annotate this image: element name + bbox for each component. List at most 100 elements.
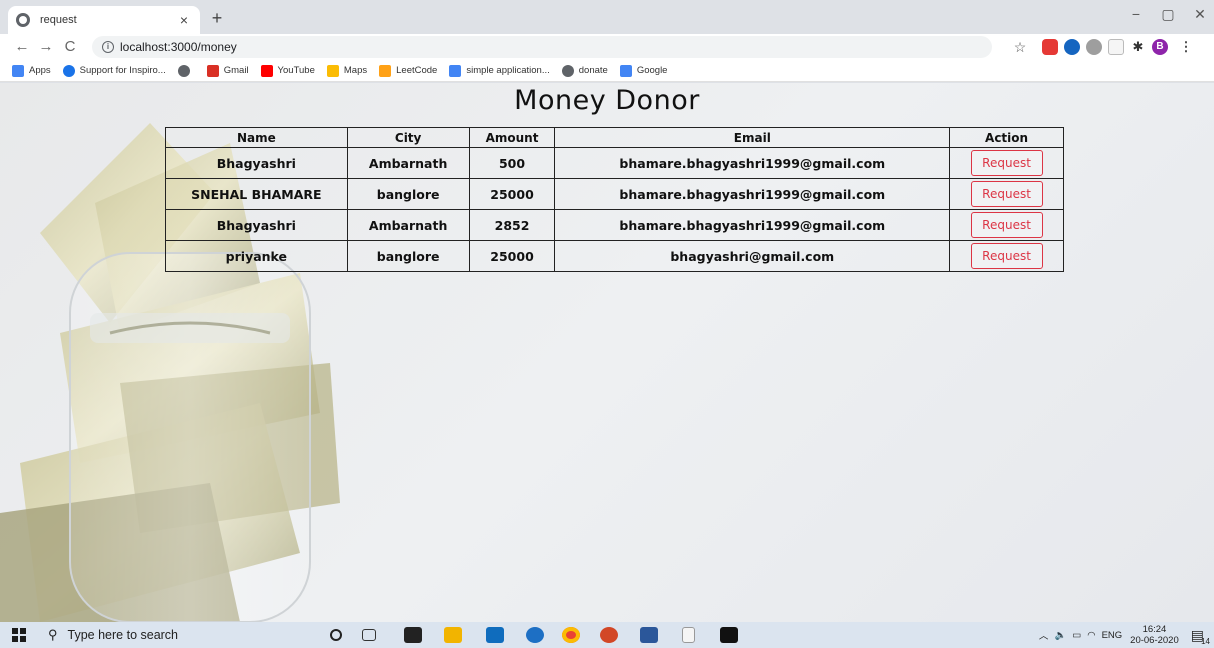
cell-amount: 25000 (468, 178, 556, 210)
extension-doc-icon[interactable] (1108, 39, 1124, 55)
tab-close-button[interactable]: × (176, 12, 192, 28)
request-button[interactable]: Request (970, 150, 1043, 176)
bookmark-label: Support for Inspiro... (79, 65, 166, 76)
request-button[interactable]: Request (970, 212, 1043, 238)
apps-grid-icon (12, 64, 24, 77)
table-row: SNEHAL BHAMARE banglore 25000 bhamare.bh… (165, 178, 1064, 210)
notepad-icon[interactable] (682, 627, 695, 643)
edge-icon[interactable] (526, 627, 544, 643)
info-icon[interactable]: i (102, 41, 114, 53)
cell-email: bhamare.bhagyashri1999@gmail.com (554, 209, 951, 241)
clock-time: 16:24 (1142, 624, 1167, 635)
cell-action: Request (949, 209, 1064, 241)
word-icon[interactable] (640, 627, 658, 643)
bookmark-item[interactable]: Apps (12, 64, 51, 77)
restore-button[interactable]: ▢ (1156, 6, 1180, 23)
search-icon: ⚲ (48, 627, 58, 642)
windows-start-icon[interactable] (12, 628, 26, 642)
inspiro-icon (62, 64, 75, 77)
tab-strip: request × + − ▢ ✕ (0, 0, 1214, 34)
profile-avatar[interactable]: B (1152, 39, 1168, 55)
cell-city: banglore (346, 178, 470, 210)
browser-toolbar: ← → C i ☆ ✱ B ⋮ (0, 34, 1214, 60)
url-input[interactable] (120, 40, 420, 54)
bookmark-label: Gmail (223, 65, 249, 76)
bookmark-item[interactable]: Google (619, 64, 668, 77)
search-placeholder: Type here to search (67, 628, 179, 642)
youtube-icon (260, 64, 273, 77)
bookmark-label: donate (578, 65, 608, 76)
mail-icon[interactable] (486, 627, 504, 643)
cell-name: Bhagyashri (165, 147, 348, 179)
clock[interactable]: 16:24 20-06-2020 (1130, 624, 1179, 646)
bookmark-star-icon[interactable]: ☆ (1012, 39, 1028, 55)
task-view-icon[interactable] (362, 629, 376, 641)
chevron-up-icon[interactable]: ︿ (1039, 628, 1049, 642)
close-window-button[interactable]: ✕ (1188, 6, 1212, 23)
clock-date: 20-06-2020 (1130, 635, 1179, 646)
terminal-icon[interactable] (720, 627, 738, 643)
speaker-icon[interactable]: 🔈 (1054, 630, 1066, 641)
gmail-icon (206, 64, 219, 77)
bookmark-label: simple application... (466, 65, 550, 76)
request-button[interactable]: Request (970, 243, 1043, 269)
table-row: priyanke banglore 25000 bhagyashri@gmail… (165, 240, 1064, 272)
ublock-icon[interactable] (1042, 39, 1058, 55)
new-tab-button[interactable]: + (206, 8, 228, 30)
store-icon[interactable] (404, 627, 422, 643)
battery-icon[interactable]: ▭ (1072, 630, 1081, 641)
cell-amount: 25000 (468, 240, 556, 272)
bookmark-label: Maps (343, 65, 368, 76)
cell-email: bhamare.bhagyashri1999@gmail.com (554, 178, 951, 210)
menu-kebab-icon[interactable]: ⋮ (1178, 39, 1194, 55)
chrome-icon[interactable] (562, 627, 580, 643)
bookmark-label: YouTube (277, 65, 315, 76)
cortana-icon[interactable] (330, 629, 342, 641)
bookmark-item[interactable]: simple application... (449, 64, 550, 77)
cell-city: Ambarnath (346, 147, 470, 179)
bookmark-item[interactable]: Support for Inspiro... (62, 64, 166, 77)
cell-email: bhamare.bhagyashri1999@gmail.com (554, 147, 951, 179)
back-button[interactable]: ← (10, 36, 34, 58)
maps-icon (326, 64, 339, 77)
bookmark-item[interactable]: LeetCode (379, 64, 437, 77)
notification-center-icon[interactable]: ▤ 14 (1191, 627, 1210, 646)
bookmark-item[interactable]: Gmail (206, 64, 249, 77)
taskbar-search[interactable]: ⚲ Type here to search (48, 624, 308, 646)
extension-gray-icon[interactable] (1086, 39, 1102, 55)
address-bar[interactable]: i (92, 36, 992, 58)
wifi-icon[interactable]: ◠ (1087, 630, 1095, 641)
cell-action: Request (949, 178, 1064, 210)
column-header-amount: Amount (468, 127, 556, 148)
cell-name: priyanke (165, 240, 348, 272)
system-tray: ︿ 🔈 ▭ ◠ ENG 16:24 20-06-2020 ▤ 14 (1039, 622, 1214, 648)
cell-action: Request (949, 240, 1064, 272)
page-title: Money Donor (514, 85, 700, 116)
bookmark-item[interactable]: Maps (326, 64, 368, 77)
bookmark-label: Apps (29, 65, 51, 76)
cell-name: SNEHAL BHAMARE (165, 178, 348, 210)
cell-email: bhagyashri@gmail.com (554, 240, 951, 272)
forward-button[interactable]: → (34, 36, 58, 58)
table-row: Bhagyashri Ambarnath 2852 bhamare.bhagya… (165, 209, 1064, 241)
request-button[interactable]: Request (970, 181, 1043, 207)
notification-count: 14 (1201, 636, 1210, 646)
minimize-button[interactable]: − (1124, 6, 1148, 22)
tab-title: request (40, 14, 77, 26)
table-row: Bhagyashri Ambarnath 500 bhamare.bhagyas… (165, 147, 1064, 179)
bookmark-item[interactable] (177, 64, 195, 77)
browser-tab[interactable]: request × (8, 6, 200, 34)
cell-city: Ambarnath (346, 209, 470, 241)
file-explorer-icon[interactable] (444, 627, 462, 643)
bookmark-item[interactable]: donate (561, 64, 608, 77)
extension-blue-icon[interactable] (1064, 39, 1080, 55)
reload-button[interactable]: C (58, 36, 82, 58)
globe-icon (177, 64, 190, 77)
powerpoint-icon[interactable] (600, 627, 618, 643)
bookmark-item[interactable]: YouTube (260, 64, 315, 77)
puzzle-extensions-icon[interactable]: ✱ (1130, 39, 1146, 55)
donor-table: Name City Amount Email Action Bhagyashri… (165, 127, 1064, 272)
bookmark-label: Google (636, 65, 668, 76)
language-indicator[interactable]: ENG (1102, 630, 1123, 641)
google-g-icon (449, 64, 462, 77)
